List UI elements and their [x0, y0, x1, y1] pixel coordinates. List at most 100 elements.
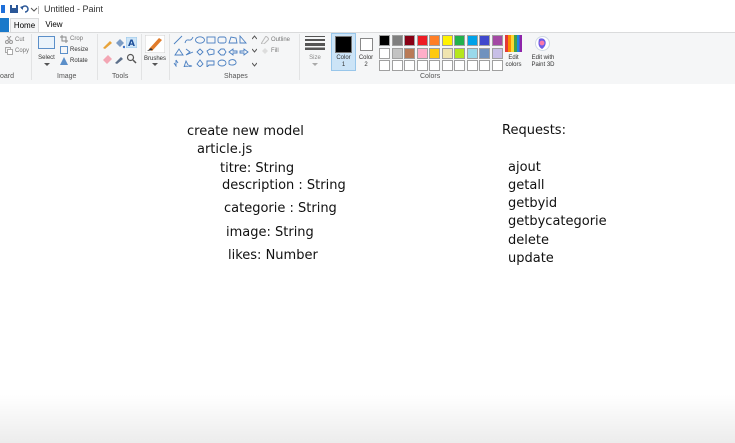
select-icon[interactable] [38, 36, 55, 49]
palette-swatch[interactable] [454, 47, 465, 59]
tab-view[interactable]: View [42, 18, 66, 32]
copy-icon [5, 47, 13, 55]
group-divider [169, 34, 170, 80]
shapes-gallery[interactable] [173, 35, 257, 67]
palette-swatch[interactable] [429, 47, 440, 59]
save-icon[interactable] [9, 4, 19, 14]
edit-colors-button[interactable]: Edit [500, 55, 527, 61]
eraser-icon[interactable] [102, 53, 113, 64]
chevron-down-icon[interactable] [312, 63, 318, 67]
select-button[interactable]: Select [36, 55, 57, 61]
canvas-text-line: description : String [222, 178, 346, 193]
requests-heading: Requests: [502, 123, 566, 138]
palette-swatch[interactable] [454, 60, 465, 71]
color2-label[interactable]: Color [355, 55, 377, 61]
palette-swatch[interactable] [441, 47, 453, 59]
palette-swatch[interactable] [479, 47, 490, 59]
drawing-canvas[interactable] [0, 84, 735, 443]
clipboard-group-label: oard [0, 73, 15, 80]
palette-swatch[interactable] [416, 47, 428, 59]
color-picker-icon[interactable] [114, 53, 125, 64]
outline-dropdown[interactable]: Outline [271, 37, 290, 43]
palette-swatch[interactable] [391, 47, 403, 59]
brushes-button[interactable]: Brushes [143, 56, 167, 62]
palette-swatch[interactable] [466, 35, 478, 46]
shapes-group-label: Shapes [224, 73, 248, 80]
chevron-down-icon[interactable] [44, 63, 50, 67]
palette-swatch[interactable] [491, 35, 503, 46]
canvas-text-line: titre: String [220, 161, 295, 176]
palette-swatch[interactable] [379, 35, 390, 46]
text-icon[interactable]: A [126, 37, 137, 48]
palette-swatch[interactable] [441, 35, 453, 46]
chevron-down-icon[interactable] [152, 63, 158, 67]
palette-swatch[interactable] [391, 35, 403, 46]
color2-swatch[interactable] [360, 38, 373, 51]
pencil-icon[interactable] [102, 38, 113, 49]
tab-row [0, 18, 735, 32]
palette-swatch[interactable] [404, 35, 415, 46]
palette-swatch[interactable] [416, 60, 428, 71]
tools-group-label: Tools [112, 73, 129, 80]
palette-swatch[interactable] [404, 60, 415, 71]
copy-button[interactable]: Copy [15, 48, 29, 54]
group-divider [31, 34, 32, 80]
shapes-scroll[interactable] [252, 35, 257, 67]
palette-swatch[interactable] [454, 35, 465, 46]
group-divider [299, 34, 300, 80]
canvas-bottom-shade [0, 395, 735, 443]
crop-button[interactable]: Crop [70, 36, 83, 42]
palette-swatch[interactable] [404, 47, 415, 59]
title-bar: Untitled - Paint [0, 0, 735, 20]
edit-with-paint3d-button[interactable]: Edit with [528, 55, 558, 61]
color1-swatch [335, 36, 352, 53]
crop-icon [60, 35, 68, 43]
palette-swatch[interactable] [429, 60, 440, 71]
tab-home[interactable]: Home [10, 18, 39, 33]
canvas-text-line: categorie : String [224, 201, 337, 216]
resize-button[interactable]: Resize [70, 47, 88, 53]
tab-file[interactable] [0, 18, 9, 32]
palette-swatch[interactable] [429, 35, 440, 46]
palette-swatch[interactable] [441, 60, 453, 71]
color-wheel-icon[interactable] [505, 35, 522, 52]
paint3d-icon[interactable] [534, 35, 551, 52]
request-item: getbyid [508, 196, 558, 211]
outline-icon [261, 36, 269, 44]
canvas-text-line: article.js [197, 142, 253, 157]
color2-number: 2 [364, 62, 368, 68]
resize-icon [60, 46, 68, 54]
canvas-text-line: image: String [226, 225, 314, 240]
colors-group-label: Colors [420, 73, 441, 80]
palette-swatch[interactable] [479, 60, 490, 71]
magnifier-icon[interactable] [126, 53, 137, 64]
scissors-icon [5, 36, 13, 44]
cut-button[interactable]: Cut [15, 37, 24, 43]
size-button[interactable]: Size [305, 55, 325, 61]
color1-label: Color [336, 55, 351, 61]
canvas-text-line: likes: Number [228, 248, 318, 263]
window-title: Untitled - Paint [44, 4, 104, 14]
paint3d-label: Paint 3D [531, 62, 555, 68]
palette-swatch[interactable] [466, 60, 478, 71]
palette-swatch[interactable] [379, 60, 390, 71]
fill-bucket-icon[interactable] [114, 38, 125, 49]
palette-swatch[interactable] [379, 47, 390, 59]
request-item: ajout [508, 160, 541, 175]
image-group-label: Image [57, 73, 77, 80]
rotate-button[interactable]: Rotate [70, 58, 88, 64]
palette-swatch[interactable] [391, 60, 403, 71]
fill-dropdown[interactable]: Fill [271, 48, 279, 54]
group-divider [141, 34, 142, 80]
palette-swatch[interactable] [479, 35, 490, 46]
palette-swatch[interactable] [416, 35, 428, 46]
request-item: update [508, 251, 554, 266]
rotate-icon [60, 57, 68, 65]
request-item: delete [508, 233, 549, 248]
svg-text:A: A [128, 39, 135, 48]
title-separator [38, 6, 39, 14]
request-item: getbycategorie [508, 214, 607, 229]
palette-swatch[interactable] [466, 47, 478, 59]
brush-icon[interactable] [145, 35, 165, 53]
size-icon[interactable] [305, 36, 325, 50]
